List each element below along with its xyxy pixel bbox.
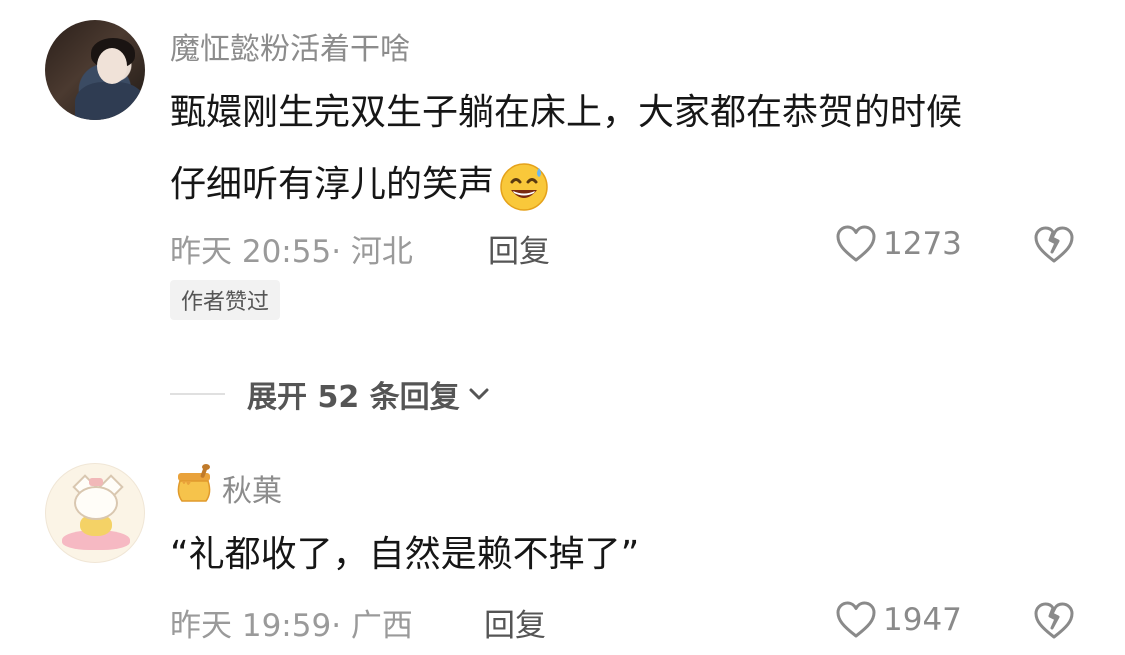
like-button[interactable]: 1947 xyxy=(835,600,962,640)
comment-text: “礼都收了，自然是赖不掉了” xyxy=(170,534,640,575)
username[interactable]: 秋菓 xyxy=(222,466,282,510)
timestamp-location: 昨天 20:55· 河北 xyxy=(170,234,413,270)
avatar-figure-face xyxy=(97,48,127,84)
heart-icon xyxy=(836,225,876,262)
dislike-button[interactable] xyxy=(1032,224,1076,270)
avatar[interactable] xyxy=(45,20,145,120)
expand-replies[interactable]: 展开 52 条回复 xyxy=(170,372,494,416)
expand-replies-label[interactable]: 展开 52 条回复 xyxy=(247,372,460,416)
like-count: 1947 xyxy=(883,602,962,638)
reply-button[interactable]: 回复 xyxy=(484,600,546,645)
username[interactable]: 魔怔懿粉活着干啥 xyxy=(170,24,410,68)
comment-text: 甄嬛刚生完双生子躺在床上，大家都在恭贺的时候 仔细听有淳儿的笑声 xyxy=(170,77,962,221)
reply-button[interactable]: 回复 xyxy=(488,226,550,271)
chevron-down-icon xyxy=(469,388,489,400)
avatar-cat-crown xyxy=(89,478,103,486)
timestamp-location: 昨天 19:59· 广西 xyxy=(170,608,413,644)
like-button[interactable]: 1273 xyxy=(835,224,962,264)
broken-heart-icon xyxy=(1034,226,1074,263)
avatar-figure-body xyxy=(75,82,145,120)
broken-heart-icon xyxy=(1034,602,1074,639)
comment-text-line: 仔细听有淳儿的笑声 xyxy=(170,149,962,221)
avatar[interactable] xyxy=(45,463,145,563)
heart-icon xyxy=(836,601,876,638)
honey-pot-icon xyxy=(177,464,211,502)
comment-text-span: 仔细听有淳儿的笑声 xyxy=(170,164,495,205)
grinning-sweat-emoji xyxy=(500,163,548,211)
dislike-button[interactable] xyxy=(1032,600,1076,646)
author-liked-badge: 作者赞过 xyxy=(170,280,281,320)
comment-text-line: 甄嬛刚生完双生子躺在床上，大家都在恭贺的时候 xyxy=(170,92,963,133)
like-count: 1273 xyxy=(883,226,962,262)
divider xyxy=(170,393,225,395)
avatar-cat-head xyxy=(74,486,118,520)
